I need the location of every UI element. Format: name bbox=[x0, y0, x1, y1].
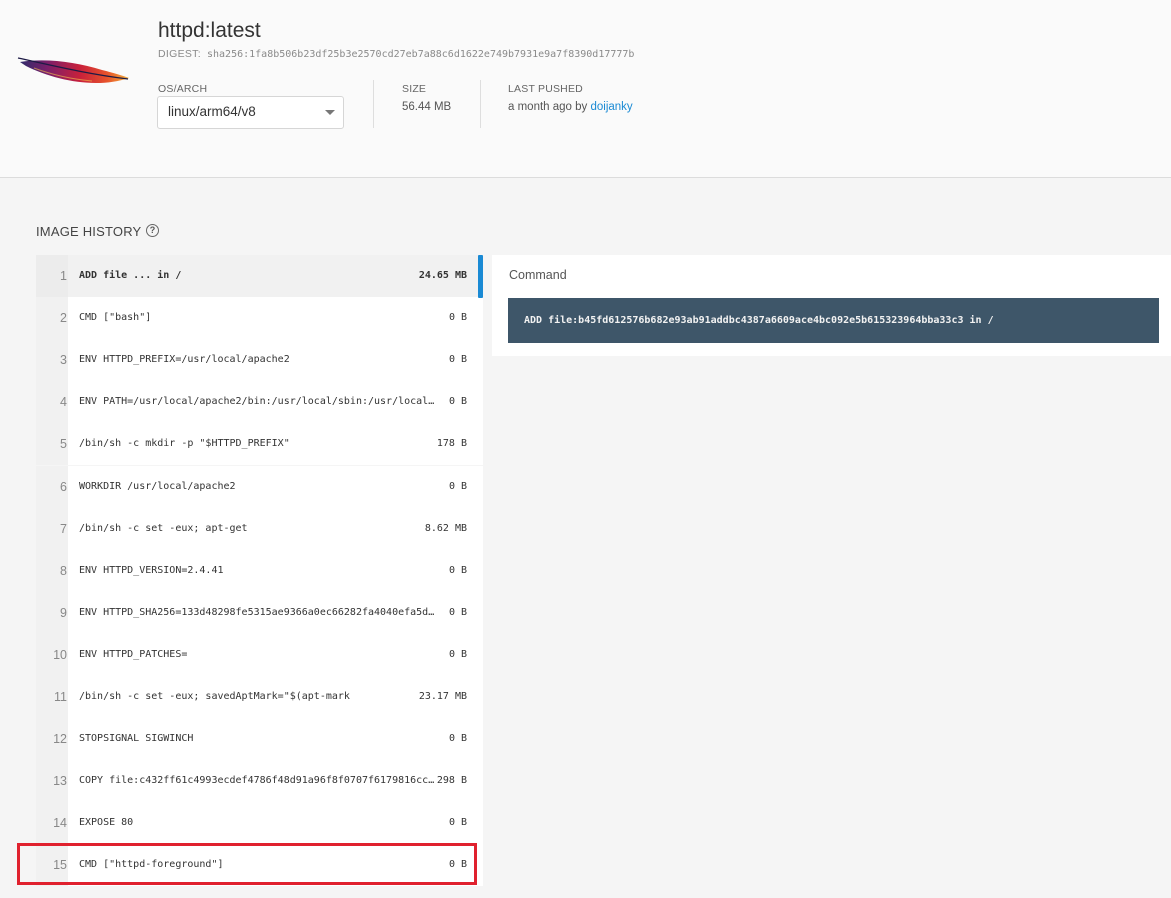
history-row-number: 4 bbox=[36, 381, 68, 423]
history-row-command: EXPOSE 80 bbox=[79, 817, 134, 828]
history-row-body: /bin/sh -c set -eux; apt-get 8.62 MB bbox=[68, 508, 483, 550]
history-row-command: ADD file ... in / bbox=[79, 270, 182, 281]
history-row[interactable]: 11/bin/sh -c set -eux; savedAptMark="$(a… bbox=[36, 676, 483, 718]
history-row[interactable]: 12 STOPSIGNAL SIGWINCH 0 B bbox=[36, 718, 483, 760]
history-row-command: ENV HTTPD_SHA256=133d48298fe5315ae9366a0… bbox=[79, 607, 435, 618]
history-row-command: ENV HTTPD_VERSION=2.4.41 bbox=[79, 565, 224, 576]
os-arch-select[interactable]: linux/arm64/v8 bbox=[157, 96, 344, 129]
history-row[interactable]: 13 COPY file:c432ff61c4993ecdef4786f48d91… bbox=[36, 760, 483, 802]
history-row-number: 13 bbox=[36, 760, 68, 802]
history-row-size: 0 B bbox=[448, 481, 467, 492]
history-row-command: STOPSIGNAL SIGWINCH bbox=[79, 733, 194, 744]
history-row-number: 10 bbox=[36, 634, 68, 676]
command-text: ADD file:b45fd612576b682e93ab91addbc4387… bbox=[524, 315, 994, 326]
history-row-body: ENV HTTPD_PATCHES= 0 B bbox=[68, 634, 483, 676]
image-header: httpd:latest DIGEST: sha256:1fa8b506b23d… bbox=[0, 0, 1171, 178]
history-row[interactable]: 1 ADD file ... in / 24.65 MB bbox=[36, 255, 483, 297]
history-row[interactable]: 5/bin/sh -c mkdir -p "$HTTPD_PREFIX" 178 … bbox=[36, 423, 483, 465]
history-row[interactable]: 7/bin/sh -c set -eux; apt-get 8.62 MB bbox=[36, 508, 483, 550]
history-row[interactable]: 2 CMD ["bash"] 0 B bbox=[36, 297, 483, 339]
history-row-body: EXPOSE 80 0 B bbox=[68, 802, 483, 844]
os-arch-label: OS/ARCH bbox=[158, 83, 208, 95]
history-row[interactable]: 4 ENV PATH=/usr/local/apache2/bin:/usr/lo… bbox=[36, 381, 483, 423]
history-row-number: 2 bbox=[36, 297, 68, 339]
history-row-number: 8 bbox=[36, 550, 68, 592]
apache-feather-icon bbox=[17, 57, 129, 83]
history-row-command: ENV HTTPD_PATCHES= bbox=[79, 649, 188, 660]
history-row-number: 5 bbox=[36, 423, 68, 465]
image-title: httpd:latest bbox=[158, 19, 261, 42]
history-row-size: 24.65 MB bbox=[418, 270, 467, 281]
history-row-body: ADD file ... in / 24.65 MB bbox=[68, 255, 483, 297]
history-row-number: 11 bbox=[36, 676, 68, 718]
history-row-size: 0 B bbox=[448, 733, 467, 744]
image-history-title: IMAGE HISTORY bbox=[36, 224, 142, 239]
history-row-size: 0 B bbox=[448, 396, 467, 407]
history-row-body: STOPSIGNAL SIGWINCH 0 B bbox=[68, 718, 483, 760]
image-digest: DIGEST: sha256:1fa8b506b23df25b3e2570cd2… bbox=[158, 48, 634, 60]
last-pushed-text: a month ago by bbox=[508, 101, 588, 113]
history-row-size: 0 B bbox=[448, 607, 467, 618]
last-pushed-label: LAST PUSHED bbox=[508, 83, 583, 95]
history-row[interactable]: 6 WORKDIR /usr/local/apache2 0 B bbox=[36, 466, 483, 508]
digest-value: sha256:1fa8b506b23df25b3e2570cd27eb7a88c… bbox=[206, 49, 635, 60]
history-row-number: 12 bbox=[36, 718, 68, 760]
history-row-number: 9 bbox=[36, 592, 68, 634]
history-row-command: CMD ["bash"] bbox=[79, 312, 152, 323]
history-row[interactable]: 10 ENV HTTPD_PATCHES= 0 B bbox=[36, 634, 483, 676]
last-pushed-value: a month ago by doijanky bbox=[508, 101, 633, 113]
history-row-body: ENV HTTPD_SHA256=133d48298fe5315ae9366a0… bbox=[68, 592, 483, 634]
history-row-number: 14 bbox=[36, 802, 68, 844]
history-row-command: /bin/sh -c set -eux; apt-get bbox=[79, 523, 248, 534]
history-row-size: 0 B bbox=[448, 312, 467, 323]
meta-divider bbox=[373, 80, 374, 128]
history-row-body: ENV HTTPD_PREFIX=/usr/local/apache2 0 B bbox=[68, 339, 483, 381]
history-row-body: /bin/sh -c set -eux; savedAptMark="$(apt… bbox=[68, 676, 483, 718]
history-row-size: 0 B bbox=[448, 817, 467, 828]
size-label: SIZE bbox=[402, 83, 427, 95]
history-row-body: CMD ["bash"] 0 B bbox=[68, 297, 483, 339]
command-box: ADD file:b45fd612576b682e93ab91addbc4387… bbox=[508, 298, 1159, 343]
highlight-annotation-box bbox=[17, 843, 477, 885]
history-row-body: ENV HTTPD_VERSION=2.4.41 0 B bbox=[68, 550, 483, 592]
history-row-body: WORKDIR /usr/local/apache2 0 B bbox=[68, 466, 483, 508]
question-circle-icon[interactable]: ? bbox=[146, 224, 159, 237]
history-row-size: 0 B bbox=[448, 354, 467, 365]
history-row-command: ENV HTTPD_PREFIX=/usr/local/apache2 bbox=[79, 354, 290, 365]
history-row-number: 1 bbox=[36, 255, 68, 297]
digest-label: DIGEST: bbox=[158, 48, 201, 60]
history-row[interactable]: 8 ENV HTTPD_VERSION=2.4.41 0 B bbox=[36, 550, 483, 592]
history-row-number: 7 bbox=[36, 508, 68, 550]
command-panel: Command ADD file:b45fd612576b682e93ab91a… bbox=[492, 255, 1171, 356]
command-panel-title: Command bbox=[509, 268, 567, 282]
history-row-size: 23.17 MB bbox=[418, 691, 467, 702]
history-row-command: /bin/sh -c mkdir -p "$HTTPD_PREFIX" bbox=[79, 438, 290, 449]
history-row-size: 0 B bbox=[448, 649, 467, 660]
history-row-command: COPY file:c432ff61c4993ecdef4786f48d91a9… bbox=[79, 775, 435, 786]
chevron-down-icon bbox=[325, 110, 335, 115]
history-row-command: /bin/sh -c set -eux; savedAptMark="$(apt… bbox=[79, 691, 350, 702]
image-history-list: 1 ADD file ... in / 24.65 MB 2 CMD ["bash"] 0… bbox=[36, 255, 483, 898]
history-row[interactable]: 9 ENV HTTPD_SHA256=133d48298fe5315ae9366a… bbox=[36, 592, 483, 634]
history-row-body: COPY file:c432ff61c4993ecdef4786f48d91a9… bbox=[68, 760, 483, 802]
pushed-by-user-link[interactable]: doijanky bbox=[590, 101, 632, 113]
size-value: 56.44 MB bbox=[402, 101, 452, 113]
os-arch-value: linux/arm64/v8 bbox=[168, 104, 256, 119]
history-row-size: 8.62 MB bbox=[424, 523, 467, 534]
history-row-number: 3 bbox=[36, 339, 68, 381]
history-row-size: 0 B bbox=[448, 565, 467, 576]
history-row[interactable]: 3 ENV HTTPD_PREFIX=/usr/local/apache2 0 B bbox=[36, 339, 483, 381]
history-row-size: 178 B bbox=[436, 438, 467, 449]
selected-row-indicator bbox=[478, 255, 483, 298]
history-row-number: 6 bbox=[36, 466, 68, 508]
history-row[interactable]: 14 EXPOSE 80 0 B bbox=[36, 802, 483, 844]
history-row-body: ENV PATH=/usr/local/apache2/bin:/usr/loc… bbox=[68, 381, 483, 423]
history-row-size: 298 B bbox=[436, 775, 467, 786]
history-row-command: WORKDIR /usr/local/apache2 bbox=[79, 481, 236, 492]
history-row-command: ENV PATH=/usr/local/apache2/bin:/usr/loc… bbox=[79, 396, 435, 407]
meta-divider bbox=[480, 80, 481, 128]
history-row-body: /bin/sh -c mkdir -p "$HTTPD_PREFIX" 178 B bbox=[68, 423, 483, 465]
